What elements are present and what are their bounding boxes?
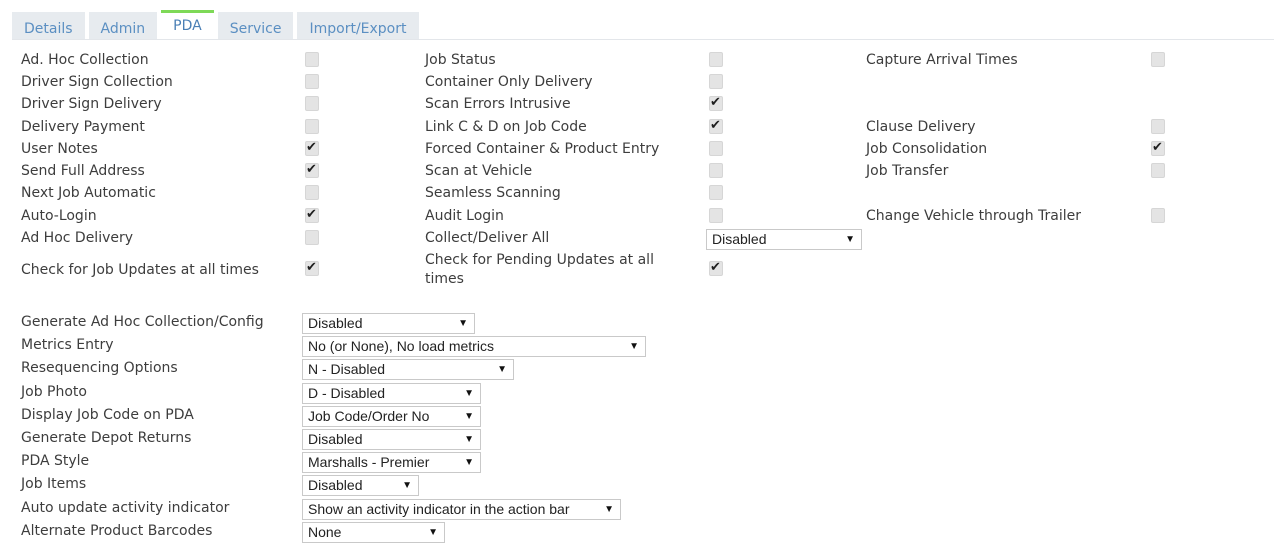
label-next-job-automatic: Next Job Automatic bbox=[21, 185, 156, 201]
tab-bar: Details Admin PDA Service Import/Export bbox=[12, 10, 423, 40]
label-send-full-address: Send Full Address bbox=[21, 163, 145, 179]
checkbox-delivery-payment[interactable] bbox=[305, 119, 319, 134]
label-resequencing-options: Resequencing Options bbox=[21, 360, 178, 376]
checkbox-seamless-scanning[interactable] bbox=[709, 185, 723, 200]
checkbox-driver-sign-collection[interactable] bbox=[305, 74, 319, 89]
select-display-job-code[interactable]: Job Code/Order No ▼ bbox=[302, 406, 481, 427]
checkbox-check-job-updates[interactable] bbox=[305, 261, 319, 276]
dropdown-arrow-icon: ▼ bbox=[629, 341, 639, 352]
label-check-job-updates: Check for Job Updates at all times bbox=[21, 262, 259, 278]
tab-service[interactable]: Service bbox=[217, 12, 294, 40]
tab-pda[interactable]: PDA bbox=[161, 10, 214, 40]
dropdown-arrow-icon: ▼ bbox=[497, 364, 507, 375]
dropdown-arrow-icon: ▼ bbox=[402, 480, 412, 491]
checkbox-audit-login[interactable] bbox=[709, 208, 723, 223]
select-generate-ad-hoc-collection[interactable]: Disabled ▼ bbox=[302, 313, 475, 334]
label-change-vehicle-trailer: Change Vehicle through Trailer bbox=[866, 208, 1082, 224]
select-metrics-entry[interactable]: No (or None), No load metrics ▼ bbox=[302, 336, 646, 357]
label-scan-at-vehicle: Scan at Vehicle bbox=[425, 163, 533, 179]
label-check-pending-updates: Check for Pending Updates at all times bbox=[425, 252, 654, 287]
label-job-items: Job Items bbox=[21, 476, 87, 492]
dropdown-arrow-icon: ▼ bbox=[845, 234, 855, 245]
label-generate-depot-returns: Generate Depot Returns bbox=[21, 430, 192, 446]
dropdown-arrow-icon: ▼ bbox=[604, 504, 614, 515]
label-job-transfer: Job Transfer bbox=[866, 163, 949, 179]
select-value: Disabled bbox=[308, 431, 363, 447]
label-pda-style: PDA Style bbox=[21, 453, 90, 469]
checkbox-job-status[interactable] bbox=[709, 52, 723, 67]
checkbox-send-full-address[interactable] bbox=[305, 163, 319, 178]
tab-admin[interactable]: Admin bbox=[88, 12, 158, 40]
label-forced-container-product-entry: Forced Container & Product Entry bbox=[425, 141, 660, 157]
checkbox-ad-hoc-delivery[interactable] bbox=[305, 230, 319, 245]
dropdown-arrow-icon: ▼ bbox=[464, 388, 474, 399]
label-link-c-d-job-code: Link C & D on Job Code bbox=[425, 119, 587, 135]
checkbox-next-job-automatic[interactable] bbox=[305, 185, 319, 200]
checkbox-driver-sign-delivery[interactable] bbox=[305, 96, 319, 111]
tab-import-export[interactable]: Import/Export bbox=[297, 12, 419, 40]
label-user-notes: User Notes bbox=[21, 141, 98, 157]
label-capture-arrival-times: Capture Arrival Times bbox=[866, 52, 1018, 68]
label-collect-deliver-all: Collect/Deliver All bbox=[425, 230, 550, 246]
select-auto-update-activity-indicator[interactable]: Show an activity indicator in the action… bbox=[302, 499, 621, 520]
label-container-only-delivery: Container Only Delivery bbox=[425, 74, 593, 90]
label-generate-ad-hoc-collection: Generate Ad Hoc Collection/Config bbox=[21, 314, 264, 330]
select-resequencing-options[interactable]: N - Disabled ▼ bbox=[302, 359, 514, 380]
checkbox-auto-login[interactable] bbox=[305, 208, 319, 223]
label-ad-hoc-delivery: Ad Hoc Delivery bbox=[21, 230, 134, 246]
dropdown-arrow-icon: ▼ bbox=[428, 527, 438, 538]
label-seamless-scanning: Seamless Scanning bbox=[425, 185, 561, 201]
label-display-job-code: Display Job Code on PDA bbox=[21, 407, 194, 423]
select-pda-style[interactable]: Marshalls - Premier ▼ bbox=[302, 452, 481, 473]
checkbox-check-pending-updates[interactable] bbox=[709, 261, 723, 276]
tab-divider bbox=[12, 39, 1274, 40]
checkbox-job-transfer[interactable] bbox=[1151, 163, 1165, 178]
dropdown-arrow-icon: ▼ bbox=[464, 434, 474, 445]
select-value: Disabled bbox=[308, 477, 363, 493]
label-ad-hoc-collection: Ad. Hoc Collection bbox=[21, 52, 149, 68]
select-generate-depot-returns[interactable]: Disabled ▼ bbox=[302, 429, 481, 450]
dropdown-arrow-icon: ▼ bbox=[458, 318, 468, 329]
label-auto-login: Auto-Login bbox=[21, 208, 97, 224]
label-scan-errors-intrusive: Scan Errors Intrusive bbox=[425, 96, 571, 112]
checkbox-forced-container-product-entry[interactable] bbox=[709, 141, 723, 156]
checkbox-link-c-d-job-code[interactable] bbox=[709, 119, 723, 134]
checkbox-change-vehicle-trailer[interactable] bbox=[1151, 208, 1165, 223]
select-value: D - Disabled bbox=[308, 385, 386, 401]
checkbox-scan-errors-intrusive[interactable] bbox=[709, 96, 723, 111]
select-job-photo[interactable]: D - Disabled ▼ bbox=[302, 383, 481, 404]
label-alternate-product-barcodes: Alternate Product Barcodes bbox=[21, 523, 213, 539]
label-job-status: Job Status bbox=[425, 52, 496, 68]
select-value: Job Code/Order No bbox=[308, 408, 430, 424]
select-value: No (or None), No load metrics bbox=[308, 338, 494, 354]
label-audit-login: Audit Login bbox=[425, 208, 504, 224]
select-value: Disabled bbox=[712, 231, 767, 247]
select-job-items[interactable]: Disabled ▼ bbox=[302, 475, 419, 496]
tab-details[interactable]: Details bbox=[12, 12, 85, 40]
checkbox-ad-hoc-collection[interactable] bbox=[305, 52, 319, 67]
checkbox-clause-delivery[interactable] bbox=[1151, 119, 1165, 134]
select-collect-deliver-all[interactable]: Disabled ▼ bbox=[706, 229, 862, 250]
checkbox-capture-arrival-times[interactable] bbox=[1151, 52, 1165, 67]
label-driver-sign-delivery: Driver Sign Delivery bbox=[21, 96, 162, 112]
label-auto-update-activity-indicator: Auto update activity indicator bbox=[21, 500, 230, 516]
select-value: None bbox=[308, 524, 342, 540]
label-metrics-entry: Metrics Entry bbox=[21, 337, 114, 353]
checkbox-job-consolidation[interactable] bbox=[1151, 141, 1165, 156]
label-delivery-payment: Delivery Payment bbox=[21, 119, 145, 135]
label-clause-delivery: Clause Delivery bbox=[866, 119, 976, 135]
checkbox-scan-at-vehicle[interactable] bbox=[709, 163, 723, 178]
label-job-photo: Job Photo bbox=[21, 384, 87, 400]
checkbox-user-notes[interactable] bbox=[305, 141, 319, 156]
dropdown-arrow-icon: ▼ bbox=[464, 411, 474, 422]
label-job-consolidation: Job Consolidation bbox=[866, 141, 988, 157]
label-driver-sign-collection: Driver Sign Collection bbox=[21, 74, 173, 90]
select-value: Show an activity indicator in the action… bbox=[308, 501, 570, 517]
checkbox-container-only-delivery[interactable] bbox=[709, 74, 723, 89]
select-value: N - Disabled bbox=[308, 361, 386, 377]
select-alternate-product-barcodes[interactable]: None ▼ bbox=[302, 522, 445, 543]
select-value: Marshalls - Premier bbox=[308, 454, 430, 470]
dropdown-arrow-icon: ▼ bbox=[464, 457, 474, 468]
select-value: Disabled bbox=[308, 315, 363, 331]
